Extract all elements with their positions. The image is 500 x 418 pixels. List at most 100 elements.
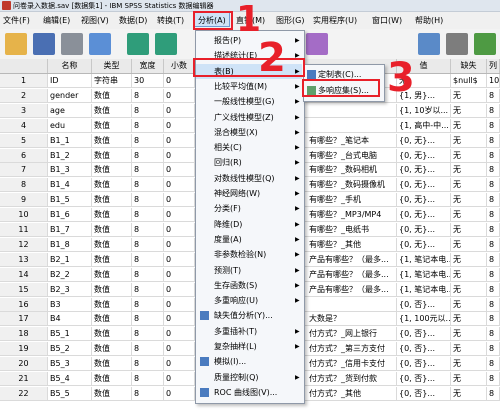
analyze-menu-item[interactable]: 广义线性模型(Z) ▶ — [196, 110, 302, 125]
cell-width[interactable]: 8 — [132, 103, 164, 117]
cell-width[interactable]: 8 — [132, 342, 164, 356]
cell-width[interactable]: 8 — [132, 357, 164, 371]
cell-label[interactable]: 产品有哪些？（最多... — [307, 282, 397, 296]
col-header-decimals[interactable]: 小数 — [164, 59, 195, 73]
cell-columns[interactable]: 8 — [487, 372, 500, 385]
row-number[interactable]: 17 — [0, 312, 48, 326]
cell-type[interactable]: 数值 — [92, 252, 132, 266]
cell-type[interactable]: 数值 — [92, 372, 132, 385]
cell-missing[interactable]: $null$ — [451, 74, 487, 87]
cell-missing[interactable]: 无 — [451, 178, 487, 192]
cell-width[interactable]: 8 — [132, 297, 164, 311]
row-number[interactable]: 7 — [0, 163, 48, 177]
cell-columns[interactable]: 8 — [487, 342, 500, 356]
cell-width[interactable]: 8 — [132, 193, 164, 207]
cell-width[interactable]: 8 — [132, 267, 164, 281]
analyze-menu-item[interactable]: 复杂抽样(L) ▶ — [196, 339, 302, 354]
cell-name[interactable]: B4 — [48, 312, 92, 326]
dialog-recall-icon[interactable] — [89, 33, 111, 55]
cell-values[interactable]: {1, 笔记本电... — [397, 252, 451, 266]
split-file-icon[interactable] — [418, 33, 440, 55]
cell-type[interactable]: 数值 — [92, 88, 132, 102]
analyze-menu-item[interactable]: ROC 曲线图(V)... — [196, 385, 302, 400]
cell-values[interactable]: {0, 否}... — [397, 372, 451, 385]
cell-type[interactable]: 数值 — [92, 118, 132, 132]
cell-label[interactable]: 有哪些？_MP3/MP4 — [307, 208, 397, 222]
cell-values[interactable]: {0, 无}... — [397, 237, 451, 251]
cell-type[interactable]: 数值 — [92, 178, 132, 192]
cell-label[interactable]: 付方式？_第三方支付 — [307, 342, 397, 356]
cell-width[interactable]: 8 — [132, 118, 164, 132]
cell-width[interactable]: 8 — [132, 282, 164, 296]
cell-label[interactable]: 产品有哪些？（最多... — [307, 267, 397, 281]
print-icon[interactable] — [61, 33, 83, 55]
cell-values[interactable]: {0, 无}... — [397, 193, 451, 207]
analyze-menu-item[interactable]: 预测(T) ▶ — [196, 263, 302, 278]
cell-decimals[interactable]: 0 — [164, 372, 195, 385]
row-number[interactable]: 20 — [0, 357, 48, 371]
cell-name[interactable]: B2_3 — [48, 282, 92, 296]
cell-values[interactable]: {0, 否}... — [397, 342, 451, 356]
cell-decimals[interactable]: 0 — [164, 163, 195, 177]
cell-columns[interactable]: 8 — [487, 148, 500, 162]
select-cases-icon[interactable] — [474, 33, 496, 55]
row-number[interactable]: 14 — [0, 267, 48, 281]
cell-label[interactable]: 大数是？ — [307, 312, 397, 326]
cell-values[interactable]: {0, 无}... — [397, 133, 451, 147]
cell-name[interactable]: B5_2 — [48, 342, 92, 356]
row-number[interactable]: 4 — [0, 118, 48, 132]
cell-values[interactable]: {0, 否}... — [397, 386, 451, 400]
cell-type[interactable]: 数值 — [92, 163, 132, 177]
row-number[interactable]: 21 — [0, 372, 48, 385]
cell-width[interactable]: 8 — [132, 252, 164, 266]
cell-columns[interactable]: 10 — [487, 74, 500, 87]
cell-name[interactable]: B1_8 — [48, 237, 92, 251]
redo-icon[interactable] — [155, 33, 177, 55]
cell-missing[interactable]: 无 — [451, 88, 487, 102]
cell-label[interactable] — [307, 103, 397, 117]
cell-type[interactable]: 数值 — [92, 148, 132, 162]
cell-decimals[interactable]: 0 — [164, 282, 195, 296]
cell-values[interactable]: {0, 无}... — [397, 208, 451, 222]
cell-columns[interactable]: 8 — [487, 357, 500, 371]
row-number[interactable]: 19 — [0, 342, 48, 356]
analyze-menu-item[interactable]: 降维(D) ▶ — [196, 217, 302, 232]
cell-type[interactable]: 数值 — [92, 312, 132, 326]
analyze-menu-item[interactable]: 质量控制(Q) ▶ — [196, 370, 302, 385]
cell-label[interactable]: 付方式？_网上银行 — [307, 327, 397, 341]
cell-missing[interactable]: 无 — [451, 372, 487, 385]
analyze-menu-item[interactable]: 缺失值分析(Y)... — [196, 308, 302, 323]
menu-transform[interactable]: 转换(T) — [157, 15, 184, 26]
cell-type[interactable]: 数值 — [92, 193, 132, 207]
menu-utilities[interactable]: 实用程序(U) — [313, 15, 357, 26]
weight-cases-icon[interactable] — [446, 33, 468, 55]
cell-missing[interactable]: 无 — [451, 282, 487, 296]
cell-width[interactable]: 8 — [132, 386, 164, 400]
undo-icon[interactable] — [127, 33, 149, 55]
cell-type[interactable]: 数值 — [92, 208, 132, 222]
cell-type[interactable]: 数值 — [92, 237, 132, 251]
cell-missing[interactable]: 无 — [451, 118, 487, 132]
cell-columns[interactable]: 8 — [487, 88, 500, 102]
cell-values[interactable]: {0, 否}... — [397, 327, 451, 341]
go-to-variable-icon[interactable] — [306, 33, 328, 55]
cell-type[interactable]: 数值 — [92, 297, 132, 311]
cell-width[interactable]: 8 — [132, 208, 164, 222]
cell-name[interactable]: B5_3 — [48, 357, 92, 371]
cell-name[interactable]: B5_5 — [48, 386, 92, 400]
analyze-menu-item[interactable]: 比较平均值(M) ▶ — [196, 79, 302, 94]
cell-decimals[interactable]: 0 — [164, 178, 195, 192]
cell-name[interactable]: ID — [48, 74, 92, 87]
cell-missing[interactable]: 无 — [451, 103, 487, 117]
cell-values[interactable]: {0, 无}... — [397, 163, 451, 177]
col-header-columns[interactable]: 列 — [487, 59, 500, 73]
cell-decimals[interactable]: 0 — [164, 297, 195, 311]
cell-missing[interactable]: 无 — [451, 267, 487, 281]
cell-missing[interactable]: 无 — [451, 208, 487, 222]
row-number[interactable]: 10 — [0, 208, 48, 222]
row-number[interactable]: 15 — [0, 282, 48, 296]
row-number[interactable]: 3 — [0, 103, 48, 117]
cell-missing[interactable]: 无 — [451, 223, 487, 236]
cell-values[interactable]: {1, 10岁以... — [397, 103, 451, 117]
cell-type[interactable]: 数值 — [92, 386, 132, 400]
